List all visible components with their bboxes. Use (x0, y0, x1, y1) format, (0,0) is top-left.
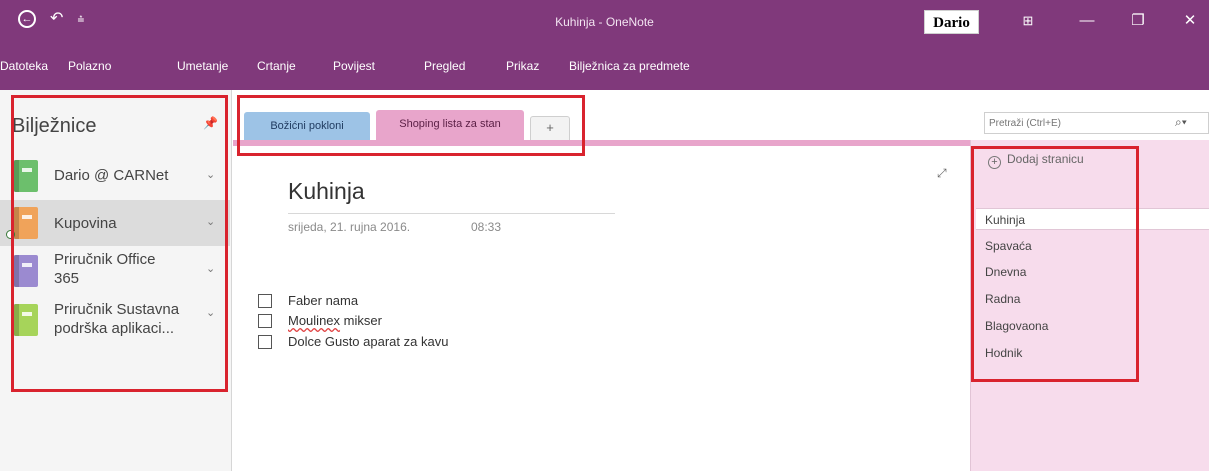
todo-checkbox[interactable] (258, 294, 272, 308)
ribbon-tab-datoteka[interactable]: Datoteka (0, 59, 48, 73)
page-time: 08:33 (471, 220, 502, 234)
todo-checkbox[interactable] (258, 335, 272, 349)
ribbon-tab-umetanje[interactable]: Umetanje (177, 59, 228, 73)
title-divider (288, 213, 615, 214)
todo-item: Dolce Gusto aparat za kavu (258, 333, 558, 353)
ribbon-tab-bar: Datoteka Polazno Umetanje Crtanje Povije… (0, 48, 1209, 90)
todo-text[interactable]: Moulinex mikser (288, 313, 382, 328)
ribbon-tab-pregled[interactable]: Pregled (424, 59, 465, 73)
page-title[interactable]: Kuhinja (288, 178, 365, 205)
close-button[interactable]: ✕ (1175, 10, 1205, 32)
todo-item: Faber nama (258, 292, 558, 312)
search-box[interactable]: ⌕▾ (984, 112, 1209, 134)
todo-text[interactable]: Faber nama (288, 293, 358, 308)
todo-item: Moulinex mikser (258, 312, 558, 332)
restore-button[interactable]: ❐ (1123, 10, 1153, 32)
todo-checkbox[interactable] (258, 314, 272, 328)
expand-icon[interactable]: ⤢ (937, 166, 947, 181)
ribbon-tab-polazno[interactable]: Polazno (68, 59, 111, 73)
annotation-box-notebooks (11, 95, 228, 392)
page-date: srijeda, 21. rujna 2016. (288, 220, 411, 234)
misspelled-word: Moulinex (288, 313, 341, 328)
annotation-box-sections (237, 95, 585, 156)
user-account-name[interactable]: Dario (924, 10, 979, 34)
ribbon-tab-crtanje[interactable]: Crtanje (257, 59, 296, 73)
annotation-box-pages (971, 146, 1139, 382)
ribbon-tab-biljeznica-za-predmete[interactable]: Bilježnica za predmete (569, 59, 690, 73)
todo-text-rest: mikser (340, 313, 382, 328)
todo-text[interactable]: Dolce Gusto aparat za kavu (288, 334, 448, 349)
ribbon-tab-prikaz[interactable]: Prikaz (506, 59, 539, 73)
ribbon-display-options-icon[interactable]: ⊞ (1013, 10, 1043, 32)
search-icon[interactable]: ⌕▾ (1175, 115, 1187, 130)
search-input[interactable] (989, 115, 1169, 131)
ribbon-tab-povijest[interactable]: Povijest (333, 59, 375, 73)
minimize-button[interactable]: — (1072, 10, 1102, 32)
